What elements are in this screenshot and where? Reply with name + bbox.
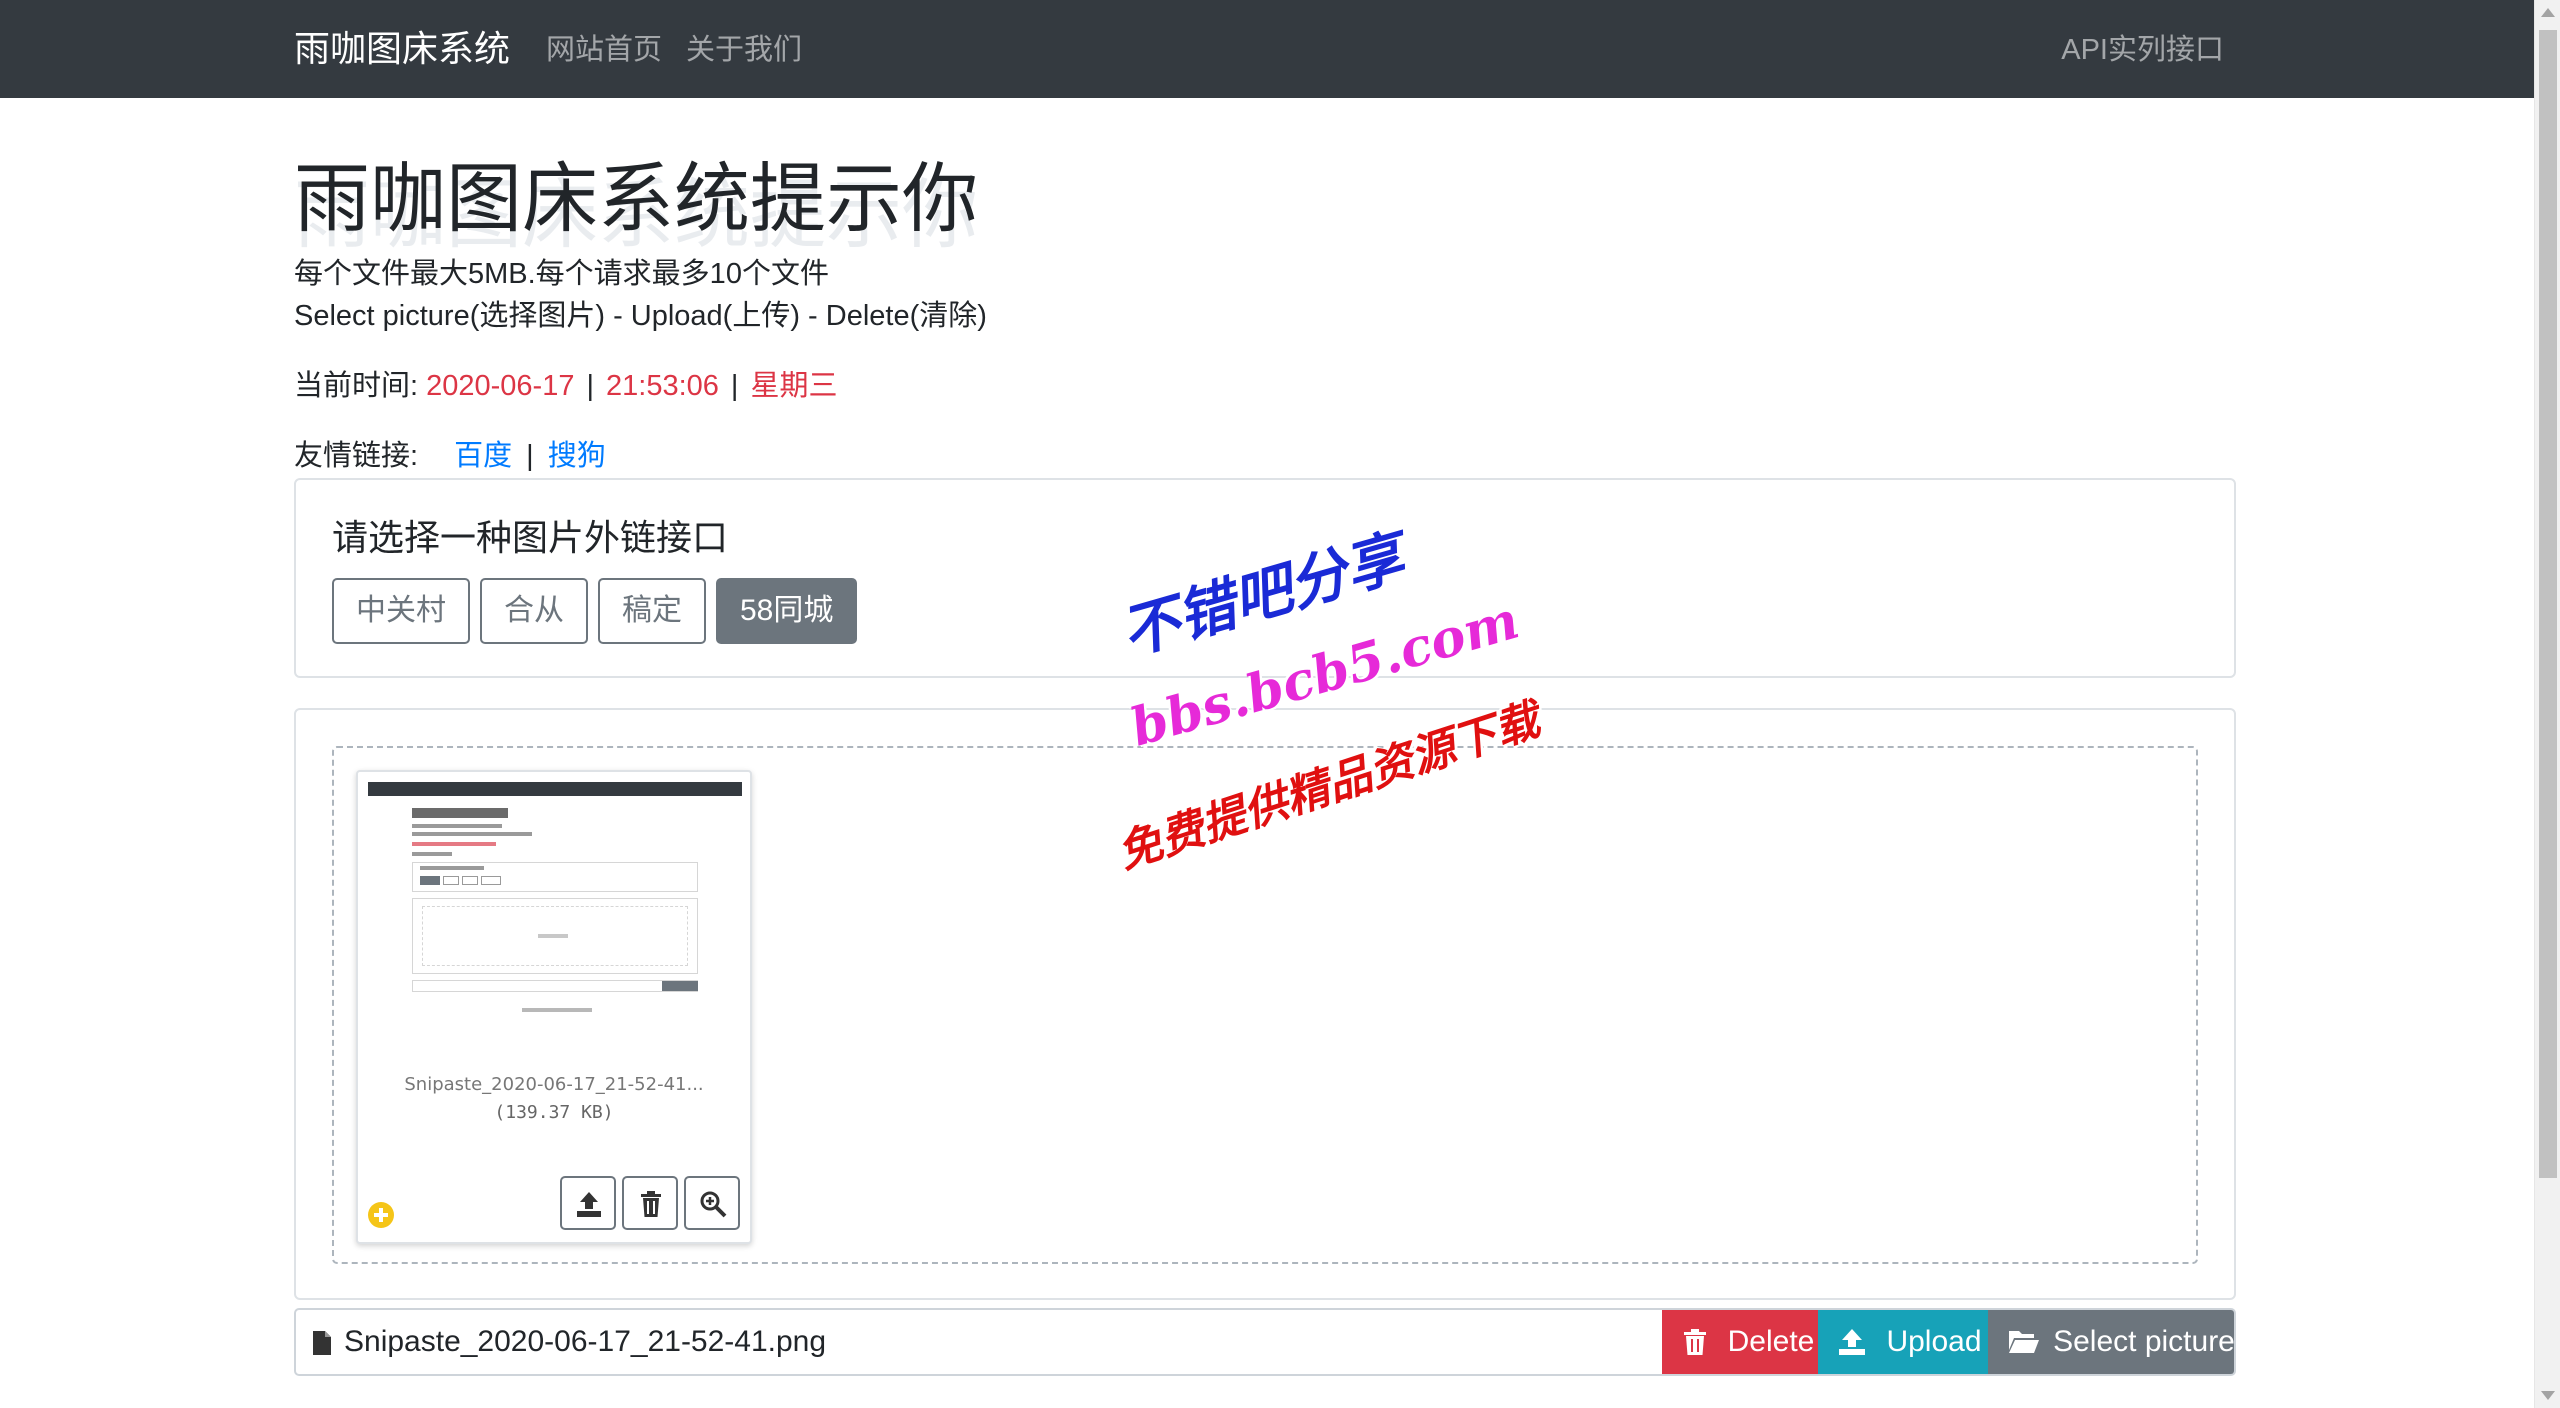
delete-button-label: Delete <box>1727 1325 1815 1358</box>
delete-button[interactable]: Delete <box>1662 1310 1818 1374</box>
interface-button-group: 中关村 合从 稿定 58同城 <box>332 578 858 644</box>
interface-option-gaoding[interactable]: 稿定 <box>598 578 706 644</box>
scroll-down-arrow-icon[interactable] <box>2541 1391 2555 1400</box>
current-time: 21:53:06 <box>606 370 719 402</box>
brand-link[interactable]: 雨咖图床系统 <box>294 26 510 72</box>
trash-icon <box>1684 1329 1706 1355</box>
current-time-row: 当前时间: 2020-06-17 | 21:53:06 | 星期三 <box>294 366 837 406</box>
interface-option-hecong[interactable]: 合从 <box>480 578 588 644</box>
friend-links-label: 友情链接: <box>294 440 419 472</box>
page-title: 雨咖图床系统提示你 <box>294 157 978 242</box>
time-separator: | <box>586 370 595 402</box>
file-icon <box>313 1331 331 1355</box>
file-preview-thumbnail: Snipaste_2020-06-17_21-52-41... (139.37 … <box>356 770 752 1244</box>
interface-option-zhongguancun[interactable]: 中关村 <box>332 578 470 644</box>
trash-icon <box>641 1191 661 1217</box>
interface-card-title: 请选择一种图片外链接口 <box>332 517 729 558</box>
friend-link-baidu[interactable]: 百度 <box>454 440 512 472</box>
current-date: 2020-06-17 <box>426 370 575 402</box>
link-separator: | <box>526 440 534 472</box>
current-weekday: 星期三 <box>750 370 838 402</box>
preview-image <box>368 782 742 1042</box>
scrollbar-thumb[interactable] <box>2539 30 2557 1178</box>
file-limit-text: 每个文件最大5MB.每个请求最多10个文件 <box>294 258 829 290</box>
upload-button[interactable]: Upload <box>1818 1310 1988 1374</box>
preview-zoom-button[interactable] <box>684 1176 740 1230</box>
upload-button-label: Upload <box>1886 1325 1982 1358</box>
folder-open-icon <box>2009 1331 2039 1353</box>
preview-delete-button[interactable] <box>622 1176 678 1230</box>
preview-file-name: Snipaste_2020-06-17_21-52-41... <box>404 1074 704 1095</box>
select-picture-button-label: Select picture <box>2053 1325 2235 1358</box>
steps-text: Select picture(选择图片) - Upload(上传) - Dele… <box>294 300 987 332</box>
time-separator: | <box>730 370 739 402</box>
zoom-in-icon <box>700 1191 727 1218</box>
nav-about-link[interactable]: 关于我们 <box>686 30 802 70</box>
plus-circle-icon[interactable] <box>368 1202 394 1228</box>
current-time-label: 当前时间: <box>294 370 419 402</box>
nav-api-link[interactable]: API实列接口 <box>2061 30 2224 70</box>
scroll-up-arrow-icon[interactable] <box>2541 8 2555 17</box>
preview-upload-button[interactable] <box>560 1176 616 1230</box>
page-scrollbar[interactable] <box>2534 0 2560 1408</box>
select-picture-button[interactable]: Select picture <box>1988 1310 2235 1374</box>
nav-home-link[interactable]: 网站首页 <box>546 30 662 70</box>
interface-option-58tongcheng[interactable]: 58同城 <box>716 578 858 644</box>
upload-icon <box>1839 1329 1865 1355</box>
navbar: 雨咖图床系统 网站首页 关于我们 API实列接口 <box>0 0 2534 98</box>
selected-file-name: Snipaste_2020-06-17_21-52-41.png <box>344 1325 827 1358</box>
friend-link-sogou[interactable]: 搜狗 <box>548 440 606 472</box>
preview-file-size: (139.37 KB) <box>494 1102 614 1123</box>
file-input-bar: Snipaste_2020-06-17_21-52-41.png Delete … <box>294 1308 2236 1376</box>
upload-icon <box>577 1192 601 1217</box>
friend-links-row: 友情链接: 百度 | 搜狗 <box>294 436 606 476</box>
